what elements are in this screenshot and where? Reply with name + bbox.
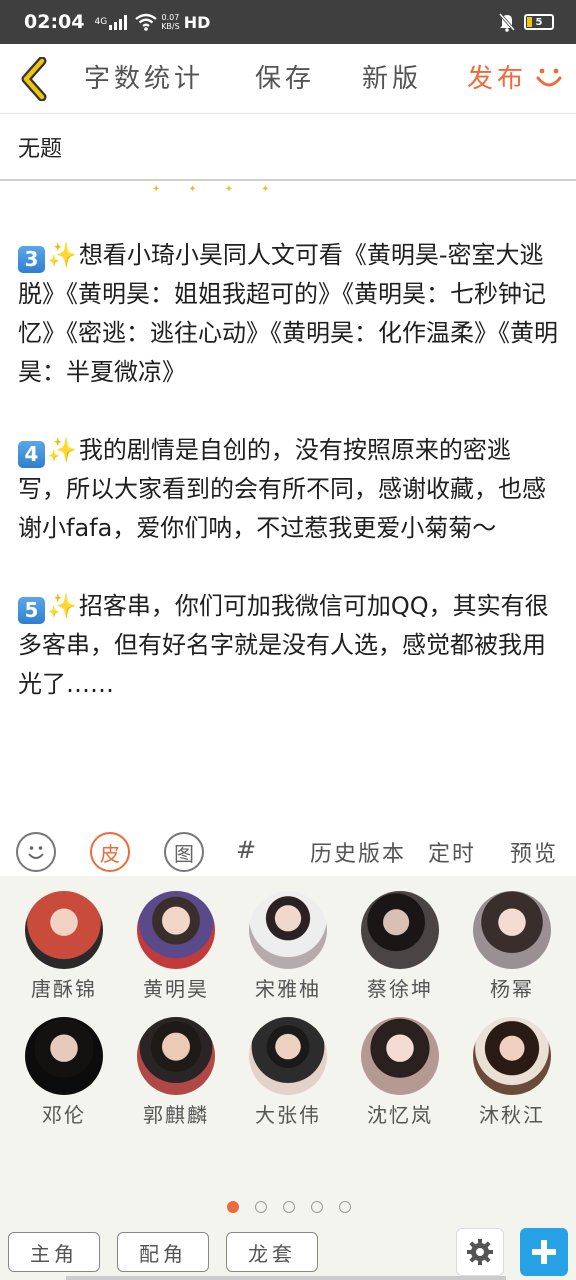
sparkles-icon: ✨ xyxy=(47,241,77,269)
network-speed: 0.07 KB/S xyxy=(161,13,180,31)
preview-button[interactable]: 预览 xyxy=(510,836,558,868)
editor-toolbar: 字数统计 保存 新版 发布 xyxy=(0,44,576,114)
character-name: 郭麒麟 xyxy=(143,1103,209,1127)
avatar xyxy=(473,1017,551,1095)
gear-icon xyxy=(467,1239,493,1265)
paragraph-text: 想看小琦小昊同人文可看《黄明昊-密室大逃脱》《黄明昊：姐姐我超可的》《黄明昊：七… xyxy=(18,241,558,386)
paragraph-text: 招客串，你们可加我微信可加QQ，其实有很多客串，但有好名字就是没有人选，感觉都被… xyxy=(18,592,549,698)
character-item[interactable]: 大张伟 xyxy=(238,1017,338,1128)
add-character-button[interactable] xyxy=(520,1228,568,1276)
signal-icon xyxy=(109,14,128,30)
publish-button[interactable]: 发布 xyxy=(467,58,527,95)
character-item[interactable]: 黄明昊 xyxy=(126,891,226,1002)
avatar xyxy=(249,1017,327,1095)
avatar xyxy=(361,891,439,969)
new-version-button[interactable]: 新版 xyxy=(362,58,422,95)
avatar xyxy=(249,891,327,969)
emoji-icon xyxy=(28,846,44,859)
character-item[interactable]: 蔡徐坤 xyxy=(350,891,450,1002)
support-role-button[interactable]: 配角 xyxy=(117,1232,209,1272)
status-bar: 02:04 4G 0.07 KB/S HD 5 xyxy=(0,0,576,44)
character-item[interactable]: 郭麒麟 xyxy=(126,1017,226,1128)
character-name: 沈忆岚 xyxy=(367,1103,433,1127)
back-button[interactable] xyxy=(0,44,66,114)
battery-icon: 5 xyxy=(524,14,554,30)
avatar xyxy=(137,1017,215,1095)
paragraph-text: 我的剧情是自创的，没有按照原来的密逃写，所以大家看到的会有所不同，感谢收藏，也感… xyxy=(18,436,546,542)
mute-bell-icon xyxy=(498,13,516,32)
paragraph-5: 5 ✨招客串，你们可加我微信可加QQ，其实有很多客串，但有好名字就是没有人选，感觉… xyxy=(18,587,558,704)
character-item[interactable]: 邓伦 xyxy=(14,1017,114,1128)
avatar xyxy=(25,891,103,969)
network-type: 4G xyxy=(94,17,108,27)
character-name: 杨幂 xyxy=(490,977,534,1001)
avatar xyxy=(473,891,551,969)
character-name: 唐酥锦 xyxy=(31,977,97,1001)
keycap-5-icon: 5 xyxy=(18,597,45,624)
character-item[interactable]: 宋雅柚 xyxy=(238,891,338,1002)
page-dot[interactable] xyxy=(227,1201,239,1213)
hd-indicator: HD xyxy=(183,12,211,32)
character-item[interactable]: 杨幂 xyxy=(462,891,562,1002)
history-versions-button[interactable]: 历史版本 xyxy=(310,836,406,868)
sparkles-icon: ✨ xyxy=(47,592,77,620)
page-dot[interactable] xyxy=(339,1201,351,1213)
divider xyxy=(66,1276,506,1280)
page-indicator xyxy=(227,1201,351,1213)
extra-role-button[interactable]: 龙套 xyxy=(226,1232,318,1272)
avatar xyxy=(137,891,215,969)
schedule-button[interactable]: 定时 xyxy=(428,836,476,868)
skin-button[interactable]: 皮 xyxy=(90,832,130,872)
format-bar: 皮 图 # 历史版本 定时 预览 xyxy=(0,826,576,876)
editor-content[interactable]: 3 ✨想看小琦小昊同人文可看《黄明昊-密室大逃脱》《黄明昊：姐姐我超可的》《黄明昊… xyxy=(18,236,558,743)
avatar xyxy=(25,1017,103,1095)
settings-button[interactable] xyxy=(456,1228,504,1276)
page-dot[interactable] xyxy=(255,1201,267,1213)
word-count-button[interactable]: 字数统计 xyxy=(84,58,204,95)
character-name: 沐秋江 xyxy=(479,1103,545,1127)
keycap-3-icon: 3 xyxy=(18,246,45,273)
paragraph-4: 4 ✨我的剧情是自创的，没有按照原来的密逃写，所以大家看到的会有所不同，感谢收藏，… xyxy=(18,431,558,548)
main-role-button[interactable]: 主角 xyxy=(8,1232,100,1272)
image-button[interactable]: 图 xyxy=(164,832,204,872)
hashtag-button[interactable]: # xyxy=(236,836,256,864)
keycap-4-icon: 4 xyxy=(18,441,45,468)
character-name: 邓伦 xyxy=(42,1103,86,1127)
chapter-title-field[interactable]: 无题 xyxy=(0,115,576,181)
speed-value: 0.07 xyxy=(161,13,180,22)
decorative-sparkles: ✦ ✦ ✦ ✦ xyxy=(152,184,270,195)
chevron-left-icon xyxy=(21,56,47,101)
character-item[interactable]: 沐秋江 xyxy=(462,1017,562,1128)
character-item[interactable]: 唐酥锦 xyxy=(14,891,114,1002)
character-name: 大张伟 xyxy=(255,1103,321,1127)
wifi-icon xyxy=(135,13,157,31)
character-name: 宋雅柚 xyxy=(255,977,321,1001)
status-time: 02:04 xyxy=(24,11,85,33)
character-name: 黄明昊 xyxy=(143,977,209,1001)
character-item[interactable]: 沈忆岚 xyxy=(350,1017,450,1128)
battery-level: 5 xyxy=(535,16,543,28)
plus-icon xyxy=(532,1240,556,1264)
paragraph-3: 3 ✨想看小琦小昊同人文可看《黄明昊-密室大逃脱》《黄明昊：姐姐我超可的》《黄明昊… xyxy=(18,236,558,392)
character-name: 蔡徐坤 xyxy=(367,977,433,1001)
page-dot[interactable] xyxy=(283,1201,295,1213)
speed-unit: KB/S xyxy=(161,22,180,31)
sparkles-icon: ✨ xyxy=(47,436,77,464)
save-button[interactable]: 保存 xyxy=(255,58,315,95)
chapter-title: 无题 xyxy=(18,137,63,162)
page-dot[interactable] xyxy=(311,1201,323,1213)
avatar xyxy=(361,1017,439,1095)
emoji-button[interactable] xyxy=(16,832,56,872)
smile-icon[interactable] xyxy=(534,62,564,92)
